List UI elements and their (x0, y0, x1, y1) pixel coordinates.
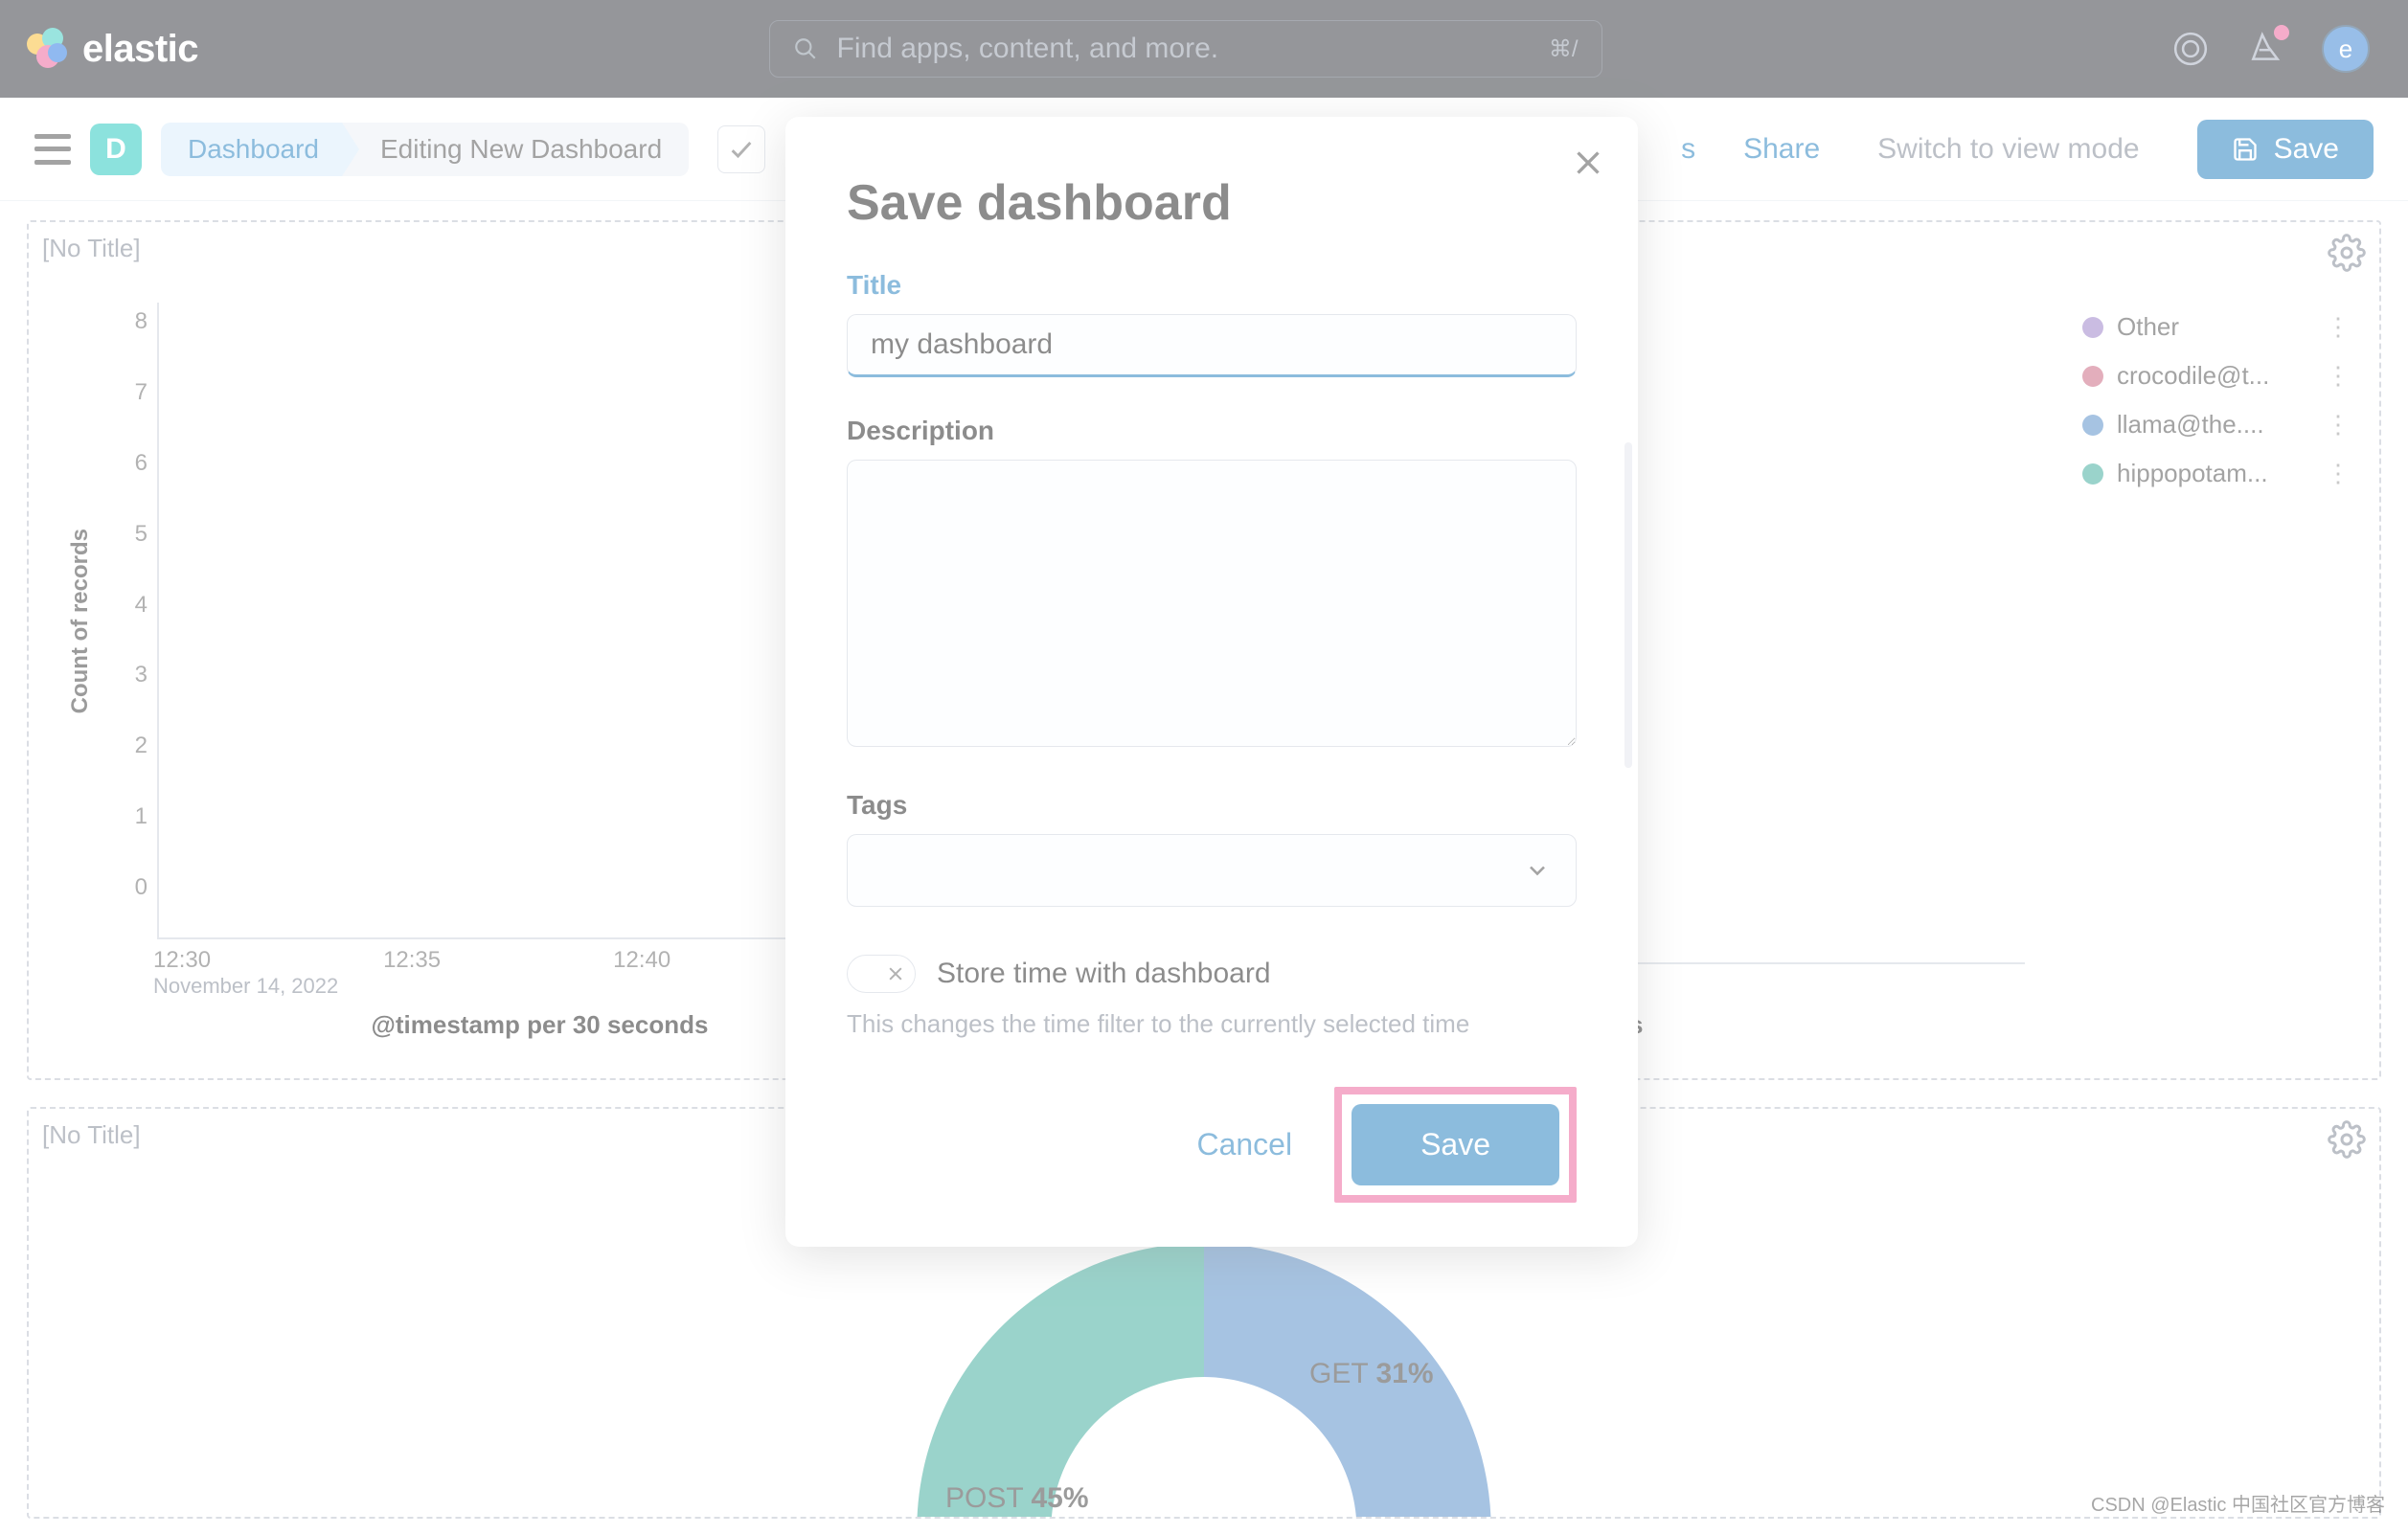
watermark: CSDN @Elastic 中国社区官方博客 (2091, 1489, 2385, 1517)
modal-overlay (0, 0, 2408, 1534)
